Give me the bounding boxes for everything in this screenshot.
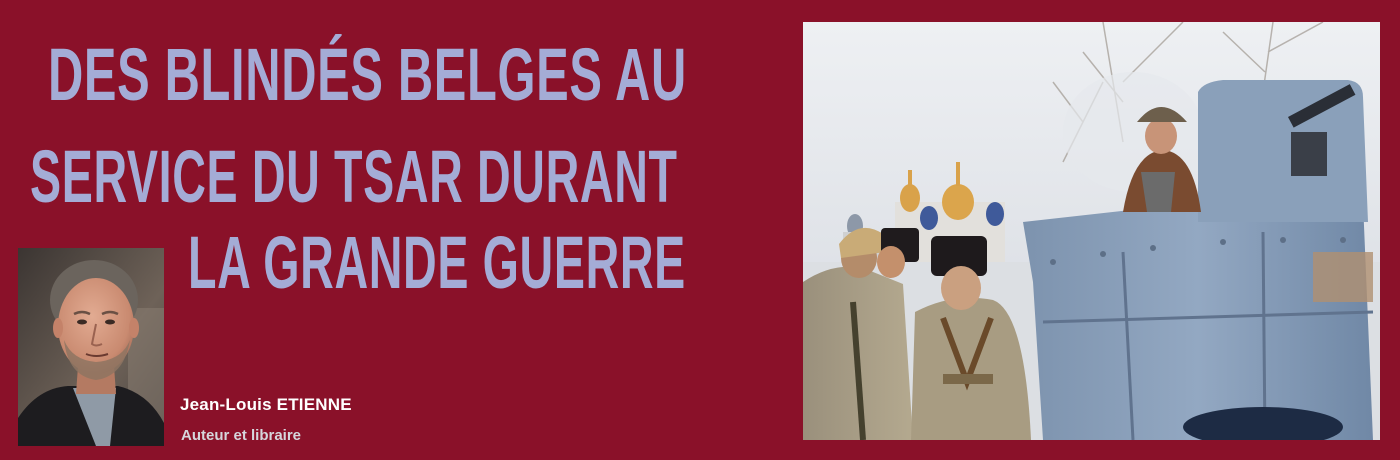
headline-line-2: SERVICE DU TSAR DURANT <box>30 135 678 218</box>
armored-car-photo <box>803 22 1380 440</box>
headline-line-3: LA GRANDE GUERRE <box>188 221 686 304</box>
author-role: Auteur et libraire <box>181 427 302 444</box>
article-banner: DES BLINDÉS BELGES AU SERVICE DU TSAR DU… <box>0 0 1400 460</box>
author-name: Jean-Louis ETIENNE <box>180 395 352 414</box>
author-portrait <box>18 248 164 446</box>
headline-line-1: DES BLINDÉS BELGES AU <box>48 33 687 116</box>
